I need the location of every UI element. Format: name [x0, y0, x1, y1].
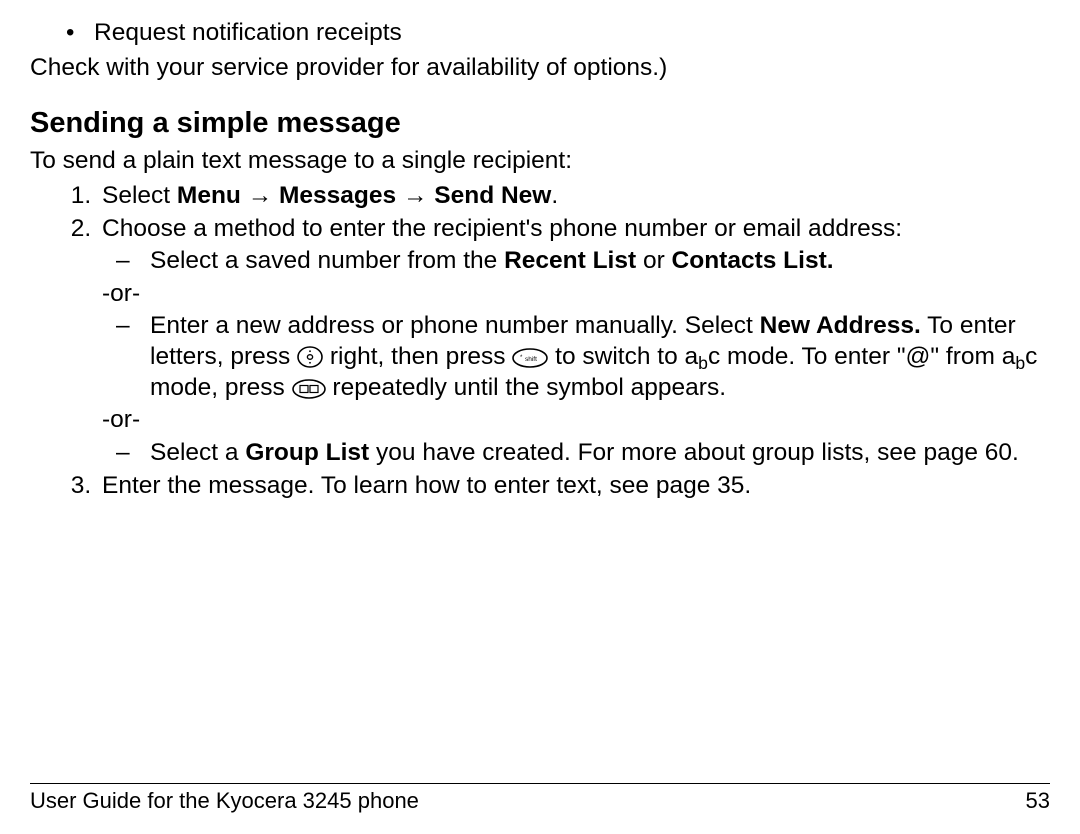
abc-b: b: [698, 353, 708, 373]
abc-a: a: [1002, 343, 1016, 370]
step-2-option-recent-contacts: Select a saved number from the Recent Li…: [102, 246, 1050, 277]
or-divider: -or-: [102, 405, 1050, 436]
step-2-option-new-address: Enter a new address or phone number manu…: [102, 311, 1050, 403]
opt3-group-list: Group List: [245, 439, 369, 466]
abc-mode-icon: abc: [1002, 343, 1038, 370]
step-1-messages: Messages: [279, 182, 396, 209]
step-3: Enter the message. To learn how to enter…: [98, 471, 1050, 502]
or-divider: -or-: [102, 279, 1050, 310]
opt2-text-a: Enter a new address or phone number manu…: [150, 312, 760, 339]
footer-title: User Guide for the Kyocera 3245 phone: [30, 788, 419, 814]
opt2-text-f: mode. To enter "@" from: [720, 343, 1001, 370]
step-2-options-cont: Enter a new address or phone number manu…: [102, 311, 1050, 403]
abc-b: b: [1015, 353, 1025, 373]
shift-button-icon: *shift: [512, 348, 548, 368]
opt3-text-a: Select a: [150, 439, 245, 466]
arrow-icon: →: [403, 182, 428, 209]
abc-c: c: [708, 343, 720, 370]
step-2-options-cont2: Select a Group List you have created. Fo…: [102, 438, 1050, 469]
section-heading: Sending a simple message: [30, 107, 1050, 140]
step-2-options: Select a saved number from the Recent Li…: [102, 246, 1050, 277]
step-1-text-prefix: Select: [102, 182, 177, 209]
opt3-text-c: you have created. For more about group l…: [369, 439, 1019, 466]
step-2-intro: Choose a method to enter the recipient's…: [102, 215, 902, 242]
nav-button-icon: [297, 346, 323, 368]
opt2-text-d: right, then press: [323, 343, 512, 370]
steps-list: Select Menu → Messages → Send New. Choos…: [30, 181, 1050, 501]
opt1-contacts-list: Contacts List.: [672, 247, 834, 274]
opt1-text-c: or: [636, 247, 671, 274]
step-1-suffix: .: [551, 182, 558, 209]
document-page: Request notification receipts Check with…: [0, 0, 1080, 834]
opt1-recent-list: Recent List: [504, 247, 636, 274]
step-1-menu: Menu: [177, 182, 241, 209]
opt2-text-h: repeatedly until the symbol appears.: [326, 374, 726, 401]
arrow-icon: →: [248, 182, 273, 209]
opt2-text-e: to switch to: [548, 343, 684, 370]
top-bullet-item: Request notification receipts: [56, 18, 1050, 49]
step-1-sendnew: Send New: [434, 182, 551, 209]
opt2-new-address: New Address.: [760, 312, 921, 339]
step-2-option-group-list: Select a Group List you have created. Fo…: [102, 438, 1050, 469]
step-2: Choose a method to enter the recipient's…: [98, 214, 1050, 469]
opt2-text-g: mode, press: [150, 374, 292, 401]
footer-rule: [30, 783, 1050, 784]
abc-c: c: [1025, 343, 1037, 370]
svg-text:*: *: [520, 355, 523, 361]
footer-row: User Guide for the Kyocera 3245 phone 53: [30, 788, 1050, 814]
space-button-icon: [292, 379, 326, 399]
top-bullet-list: Request notification receipts: [30, 18, 1050, 49]
page-footer: User Guide for the Kyocera 3245 phone 53: [30, 783, 1050, 814]
intro-paragraph: To send a plain text message to a single…: [30, 146, 1050, 177]
step-1: Select Menu → Messages → Send New.: [98, 181, 1050, 212]
svg-text:shift: shift: [525, 356, 537, 363]
top-paragraph: Check with your service provider for ava…: [30, 53, 1050, 84]
abc-mode-icon: abc: [685, 343, 721, 370]
page-number: 53: [1026, 788, 1050, 814]
abc-a: a: [685, 343, 699, 370]
opt1-text-a: Select a saved number from the: [150, 247, 504, 274]
